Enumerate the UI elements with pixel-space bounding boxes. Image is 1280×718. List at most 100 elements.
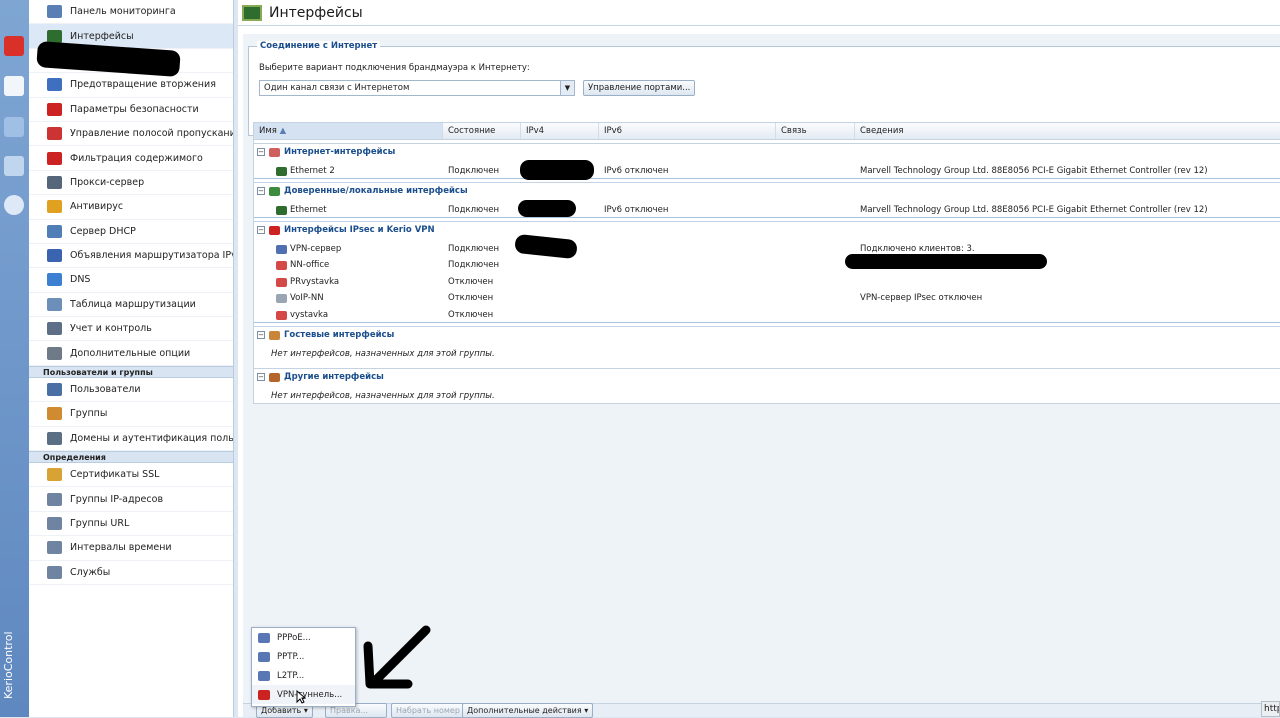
nav-item[interactable]: Фильтрация содержимого — [29, 146, 233, 171]
menu-item-pptp[interactable]: PPTP... — [252, 647, 355, 666]
pppoe-icon — [258, 632, 270, 643]
collapse-toggle-icon[interactable]: − — [257, 373, 265, 381]
manage-ports-button[interactable]: Управление портами... — [583, 80, 696, 96]
column-status[interactable]: Состояние — [443, 123, 521, 139]
trusted-interfaces-icon — [269, 187, 280, 196]
settings-gear-icon[interactable] — [4, 76, 24, 96]
groups-icon — [47, 407, 62, 421]
menu-item-pppoe[interactable]: PPPoE... — [252, 628, 355, 647]
accounting-icon — [47, 322, 62, 336]
nav-item-label: Параметры безопасности — [70, 103, 199, 115]
content-area: Соединение с Интернет Выберите вариант п… — [243, 34, 1280, 718]
nav-item[interactable]: Управление полосой пропускания и — [29, 122, 233, 147]
connection-mode-value: Один канал связи с Интернетом — [264, 83, 410, 93]
interfaces-grid: Имя ▲ Состояние IPv4 IPv6 Связь Сведения… — [253, 122, 1280, 404]
annotation-arrow — [363, 625, 431, 689]
table-row[interactable]: Ethernet Подключен IPv6 отключен Marvell Te… — [254, 202, 1280, 218]
table-row[interactable]: Ethernet 2 Подключен IPv6 отключен Marvell … — [254, 163, 1280, 179]
nav-item[interactable]: Группы IP-адресов — [29, 487, 233, 512]
interface-group-row[interactable]: − Доверенные/локальные интерфейсы — [254, 182, 1280, 199]
security-app-icon[interactable] — [4, 36, 24, 56]
nav-item-label: Сертификаты SSL — [70, 469, 160, 481]
nav-item[interactable]: Предотвращение вторжения — [29, 73, 233, 98]
nav-item[interactable]: Дополнительные опции — [29, 341, 233, 366]
vpn-server-icon — [276, 244, 287, 254]
time-intervals-icon — [47, 541, 62, 555]
column-ipv6[interactable]: IPv6 — [599, 123, 776, 139]
status-globe-icon[interactable] — [4, 195, 24, 215]
nav-item[interactable]: Сервер DHCP — [29, 220, 233, 244]
dhcp-server-icon — [47, 224, 62, 238]
sort-asc-icon: ▲ — [279, 126, 287, 136]
cell-status: Подключен — [448, 165, 499, 176]
dial-button[interactable]: Набрать номер — [391, 703, 465, 718]
nav-item[interactable]: Прокси-сервер — [29, 171, 233, 196]
nav-item[interactable]: Антивирус — [29, 195, 233, 220]
interface-group-row[interactable]: − Другие интерфейсы — [254, 368, 1280, 385]
nav-item[interactable]: Группы URL — [29, 512, 233, 537]
column-details[interactable]: Сведения — [855, 123, 1280, 139]
advanced-options-icon — [47, 346, 62, 360]
nav-item[interactable]: Объявления маршрутизатора IPv6 — [29, 244, 233, 269]
nav-item[interactable]: Интервалы времени — [29, 536, 233, 561]
nav-item-label: Группы URL — [70, 518, 130, 529]
table-row[interactable]: VoIP-NN Отключен VPN-сервер IPsec отключен — [254, 290, 1280, 307]
nav-item[interactable]: Учет и контроль — [29, 317, 233, 342]
nav-item[interactable]: Домены и аутентификация пользова — [29, 427, 234, 452]
more-actions-button[interactable]: Дополнительные действия ▾ — [462, 703, 594, 718]
interface-group-row[interactable]: − Гостевые интерфейсы — [254, 326, 1280, 343]
column-name[interactable]: Имя ▲ — [254, 123, 443, 139]
column-link[interactable]: Связь — [776, 123, 855, 139]
connection-label: Выберите вариант подключения брандмауэра… — [259, 63, 530, 73]
menu-item-l2tp[interactable]: L2TP... — [252, 666, 355, 685]
table-row[interactable]: vystavka Отключен — [254, 307, 1280, 323]
cell-name: Ethernet 2 — [290, 165, 335, 176]
collapse-toggle-icon[interactable]: − — [257, 226, 265, 234]
nav-item[interactable]: DNS — [29, 268, 233, 293]
other-interfaces-icon — [269, 373, 280, 382]
nav-item[interactable]: Службы — [29, 561, 233, 585]
nav-item-label: DNS — [70, 274, 91, 286]
chevron-down-icon: ▾ — [584, 706, 589, 715]
nav-item[interactable]: Таблица маршрутизации — [29, 293, 233, 318]
interface-group-row[interactable]: − Интерфейсы IPsec и Kerio VPN — [254, 221, 1280, 238]
connection-mode-select[interactable]: Один канал связи с Интернетом ▼ — [259, 80, 575, 96]
nav-item[interactable]: Панель мониторинга — [29, 0, 233, 25]
nav-item-label: Домены и аутентификация пользова — [70, 432, 234, 444]
empty-group-message: Нет интерфейсов, назначенных для этой гр… — [254, 346, 1280, 363]
column-name-label: Имя — [259, 126, 277, 136]
interface-group-label: Интерфейсы IPsec и Kerio VPN — [284, 225, 435, 235]
routing-table-icon — [47, 297, 62, 311]
logs-icon[interactable] — [4, 156, 24, 176]
cell-ipv6: IPv6 отключен — [604, 165, 669, 176]
table-row[interactable]: NN-office Подключен — [254, 257, 1280, 274]
nav-item[interactable]: Группы — [29, 402, 233, 427]
cell-name: VPN-сервер — [290, 243, 342, 254]
fieldset-legend: Соединение с Интернет — [257, 41, 381, 51]
collapse-toggle-icon[interactable]: − — [257, 148, 265, 156]
nav-item[interactable]: Сертификаты SSL — [29, 463, 233, 488]
nav-item-label: Службы — [70, 566, 111, 578]
table-row[interactable]: VPN-сервер Подключен Подключено клиентов: … — [254, 241, 1280, 258]
network-card-icon — [242, 4, 262, 21]
page-header: Интерфейсы — [238, 0, 1280, 26]
chevron-down-icon[interactable]: ▼ — [560, 81, 574, 95]
cell-status: Подключен — [448, 204, 499, 215]
cell-status: Отключен — [448, 293, 494, 303]
table-row[interactable]: PRvystavka Отключен — [254, 274, 1280, 291]
antivirus-icon — [47, 200, 62, 214]
statistics-icon[interactable] — [4, 117, 24, 137]
vpn-tunnel-icon — [276, 277, 287, 287]
nav-item[interactable]: Пользователи — [29, 378, 233, 403]
column-ipv4[interactable]: IPv4 — [521, 123, 599, 139]
interface-group-row[interactable]: − Интернет-интерфейсы — [254, 143, 1280, 160]
menu-item-label: L2TP... — [277, 670, 305, 681]
cell-name: VoIP-NN — [290, 293, 324, 303]
cell-name: NN-office — [290, 260, 330, 270]
collapse-toggle-icon[interactable]: − — [257, 187, 265, 195]
network-card-icon — [276, 205, 287, 215]
collapse-toggle-icon[interactable]: − — [257, 331, 265, 339]
nav-item[interactable]: Параметры безопасности — [29, 98, 233, 122]
interface-group-label: Другие интерфейсы — [284, 372, 384, 382]
nav-item-label: Группы — [70, 408, 108, 420]
